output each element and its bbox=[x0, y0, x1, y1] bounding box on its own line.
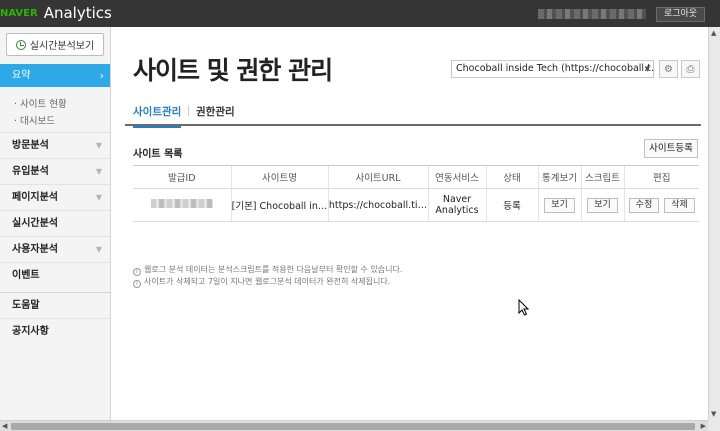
column-header: 통계보기 bbox=[537, 165, 581, 189]
note-text: 사이트가 삭제되고 7일이 지나면 웹로그분석 데이터가 완전히 삭제됩니다. bbox=[144, 277, 391, 286]
sidebar-item-page-analysis[interactable]: 페이지분석 ▼ bbox=[0, 184, 110, 210]
realtime-analysis-label: 실시간분석보기 bbox=[29, 41, 95, 52]
note-item: i 웹로그 분석 데이터는 분석스크립트를 적용한 다음날부터 확인할 수 있습니… bbox=[133, 264, 402, 276]
sidebar: 실시간분석보기 요약 › · 사이트 현황 · 대시보드 방문분석 ▼ 유입분석… bbox=[0, 27, 111, 420]
tab-site-management[interactable]: 사이트관리 bbox=[133, 104, 182, 128]
sidebar-item-label: 요약 bbox=[12, 70, 31, 81]
sidebar-item-label: 유입분석 bbox=[12, 166, 49, 177]
stats-cell: 보기 bbox=[537, 188, 581, 222]
printer-icon: ⎙ bbox=[686, 63, 695, 75]
table-header-row: 발급ID 사이트명 사이트URL 연동서비스 상태 통계보기 스크립트 편집 bbox=[133, 165, 699, 189]
scroll-down-arrow-icon[interactable]: ▼ bbox=[711, 410, 716, 418]
status-cell: 등록 bbox=[485, 188, 538, 222]
site-table: 발급ID 사이트명 사이트URL 연동서비스 상태 통계보기 스크립트 편집 [… bbox=[133, 165, 699, 222]
sidebar-item-user-analysis[interactable]: 사용자분석 ▼ bbox=[0, 236, 110, 262]
script-cell: 보기 bbox=[580, 188, 624, 222]
sidebar-item-label: 사용자분석 bbox=[12, 244, 58, 255]
column-header: 발급ID bbox=[133, 165, 231, 189]
brand-analytics: Analytics bbox=[43, 4, 112, 22]
note-item: i 사이트가 삭제되고 7일이 지나면 웹로그분석 데이터가 완전히 삭제됩니다. bbox=[133, 276, 402, 288]
print-button[interactable]: ⎙ bbox=[681, 60, 700, 78]
dropdown-arrow-icon: ▼ bbox=[644, 65, 650, 73]
tab-permission-management[interactable]: 권한관리 bbox=[196, 104, 235, 119]
gear-icon: ⚙ bbox=[664, 63, 673, 75]
sidebar-item-event[interactable]: 이벤트 bbox=[0, 262, 110, 288]
sidebar-subitem-dashboard[interactable]: · 대시보드 bbox=[14, 113, 55, 127]
clock-icon bbox=[15, 39, 26, 50]
sidebar-item-label: 공지사항 bbox=[12, 326, 49, 337]
notes: i 웹로그 분석 데이터는 분석스크립트를 적용한 다음날부터 확인할 수 있습니… bbox=[133, 264, 402, 288]
site-name-cell: [기본] Chocoball in… bbox=[230, 188, 328, 222]
realtime-analysis-button[interactable]: 실시간분석보기 bbox=[6, 33, 104, 56]
sidebar-item-inflow-analysis[interactable]: 유입분석 ▼ bbox=[0, 158, 110, 184]
section-title: 사이트 목록 bbox=[133, 149, 183, 160]
column-header: 스크립트 bbox=[580, 165, 624, 189]
tab-bar: 사이트관리 권한관리 bbox=[125, 97, 701, 128]
site-url-cell: https://chocoball.ti… bbox=[327, 188, 428, 222]
scroll-up-arrow-icon[interactable]: ▲ bbox=[711, 29, 716, 37]
sidebar-item-label: 페이지분석 bbox=[12, 192, 58, 203]
sidebar-item-realtime-analysis[interactable]: 실시간분석 bbox=[0, 210, 110, 236]
column-header: 상태 bbox=[485, 165, 538, 189]
chevron-down-icon: ▼ bbox=[95, 193, 102, 202]
site-select-value: Chocoball inside Tech (https://chocoball… bbox=[456, 63, 654, 74]
page-title: 사이트 및 권한 관리 bbox=[133, 56, 333, 85]
register-site-button[interactable]: 사이트등록 bbox=[644, 139, 698, 158]
column-header: 사이트명 bbox=[230, 165, 328, 189]
edit-cell: 수정 삭제 bbox=[623, 188, 699, 222]
chevron-down-icon: ▼ bbox=[95, 245, 102, 254]
sidebar-item-notice[interactable]: 공지사항 bbox=[0, 318, 110, 344]
user-name-redacted bbox=[538, 9, 646, 19]
sidebar-item-summary[interactable]: 요약 › bbox=[0, 64, 110, 87]
site-select[interactable]: Chocoball inside Tech (https://chocoball… bbox=[451, 60, 654, 78]
mouse-cursor-icon bbox=[518, 299, 529, 316]
issued-id-redacted bbox=[150, 199, 213, 208]
issued-id-cell bbox=[133, 188, 231, 222]
linked-service-line: Analytics bbox=[435, 205, 479, 216]
sidebar-item-label: 도움말 bbox=[12, 300, 40, 311]
horizontal-scrollbar[interactable]: ◀ ▶ bbox=[0, 420, 708, 431]
main-content: 사이트 및 권한 관리 Chocoball inside Tech (https… bbox=[111, 27, 708, 420]
note-text: 웹로그 분석 데이터는 분석스크립트를 적용한 다음날부터 확인할 수 있습니다… bbox=[144, 265, 403, 274]
info-icon: i bbox=[133, 280, 141, 288]
logout-button[interactable]: 로그아웃 bbox=[656, 7, 705, 22]
tab-divider bbox=[188, 105, 189, 116]
settings-button[interactable]: ⚙ bbox=[659, 60, 678, 78]
linked-service-cell: Naver Analytics bbox=[427, 188, 486, 222]
table-row: [기본] Chocoball in… https://chocoball.ti…… bbox=[133, 188, 699, 222]
chevron-down-icon: ▼ bbox=[95, 167, 102, 176]
sidebar-item-label: 이벤트 bbox=[12, 270, 40, 281]
edit-button[interactable]: 수정 bbox=[628, 197, 660, 213]
chevron-down-icon: ▼ bbox=[95, 141, 102, 150]
column-header: 사이트URL bbox=[327, 165, 428, 189]
top-bar: NAVER Analytics 로그아웃 bbox=[0, 0, 720, 27]
scroll-right-arrow-icon[interactable]: ▶ bbox=[701, 422, 706, 430]
chevron-right-icon: › bbox=[99, 69, 104, 82]
sidebar-item-label: 실시간분석 bbox=[12, 218, 58, 229]
column-header: 연동서비스 bbox=[427, 165, 486, 189]
brand-naver: NAVER bbox=[0, 7, 38, 19]
scrollbar-corner bbox=[708, 420, 720, 431]
horizontal-scroll-thumb[interactable] bbox=[11, 423, 695, 430]
view-stats-button[interactable]: 보기 bbox=[544, 197, 575, 213]
vertical-scrollbar[interactable]: ▲ ▼ bbox=[708, 27, 720, 420]
view-script-button[interactable]: 보기 bbox=[587, 197, 618, 213]
scroll-left-arrow-icon[interactable]: ◀ bbox=[2, 422, 7, 430]
sidebar-item-help[interactable]: 도움말 bbox=[0, 292, 110, 318]
sidebar-subitem-site-status[interactable]: · 사이트 현황 bbox=[14, 96, 67, 110]
delete-button[interactable]: 삭제 bbox=[664, 197, 695, 213]
linked-service-line: Naver bbox=[442, 194, 472, 205]
sidebar-item-visit-analysis[interactable]: 방문분석 ▼ bbox=[0, 132, 110, 158]
info-icon: i bbox=[133, 268, 141, 276]
sidebar-item-label: 방문분석 bbox=[12, 140, 49, 151]
column-header: 편집 bbox=[623, 165, 699, 189]
brand-logo[interactable]: NAVER Analytics bbox=[0, 3, 112, 23]
